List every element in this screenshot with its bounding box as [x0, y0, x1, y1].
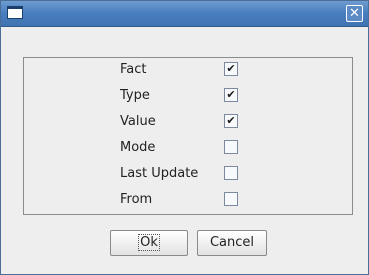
field-label: Mode: [120, 140, 156, 155]
title-bar[interactable]: ✕: [1, 1, 368, 27]
cancel-button[interactable]: Cancel: [197, 230, 267, 256]
columns-group: Fact ✔ Type ✔ Value ✔ Mode Last Update F…: [23, 57, 353, 215]
field-label: Last Update: [120, 166, 199, 181]
field-row-fact: Fact ✔: [24, 60, 354, 80]
field-row-value: Value ✔: [24, 112, 354, 132]
field-checkbox[interactable]: [224, 140, 238, 154]
dialog-window: ✕ Fact ✔ Type ✔ Value ✔ Mode Last Update…: [0, 0, 369, 275]
window-icon: [7, 6, 23, 19]
cancel-button-label: Cancel: [209, 235, 255, 250]
ok-button[interactable]: Ok: [110, 230, 188, 256]
field-label: From: [120, 192, 153, 207]
field-row-from: From: [24, 190, 354, 210]
close-icon: ✕: [349, 6, 360, 21]
field-label: Fact: [120, 62, 147, 77]
field-checkbox[interactable]: ✔: [224, 88, 238, 102]
field-row-type: Type ✔: [24, 86, 354, 106]
close-button[interactable]: ✕: [346, 5, 363, 22]
field-checkbox[interactable]: [224, 166, 238, 180]
field-label: Type: [120, 88, 150, 103]
ok-button-label: Ok: [138, 234, 160, 251]
field-label: Value: [120, 114, 156, 129]
field-checkbox[interactable]: [224, 192, 238, 206]
field-row-mode: Mode: [24, 138, 354, 158]
field-row-last-update: Last Update: [24, 164, 354, 184]
field-checkbox[interactable]: ✔: [224, 114, 238, 128]
field-checkbox[interactable]: ✔: [224, 62, 238, 76]
